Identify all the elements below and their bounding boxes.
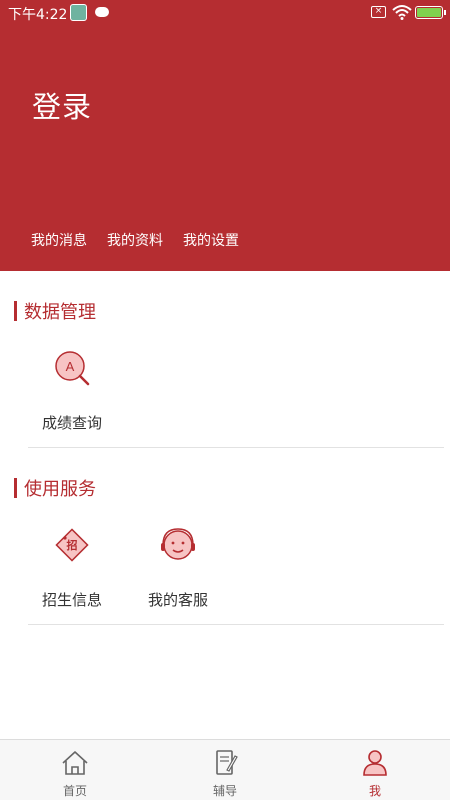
tab-home[interactable]: 首页 [0, 740, 150, 800]
user-icon [363, 750, 387, 776]
grade-query-tile[interactable]: A 成绩查询 [27, 348, 117, 433]
search-grade-icon: A [55, 351, 90, 386]
section-divider [28, 624, 444, 625]
tab-tutoring[interactable]: 辅导 [150, 740, 300, 800]
section-title: 使用服务 [24, 479, 96, 500]
customer-service-tile[interactable]: 我的客服 [133, 525, 223, 610]
bottom-tab-bar: 首页 辅导 我 [0, 739, 450, 800]
grade-query-label: 成绩查询 [41, 414, 102, 432]
no-sim-icon: × [371, 6, 386, 18]
svg-text:招: 招 [67, 538, 78, 552]
status-time: 下午4:22 [8, 7, 68, 23]
tab-label: 首页 [62, 784, 87, 798]
wifi-icon [392, 5, 412, 20]
status-bar: 下午4:22 × [0, 0, 450, 26]
profile-header: 下午4:22 × 登录 我的消息 我的资料 我的设置 [0, 0, 450, 271]
section-title: 数据管理 [24, 302, 96, 323]
tab-label: 我 [368, 784, 381, 798]
svg-text:A: A [66, 359, 75, 374]
section-services: 使用服务 [14, 477, 96, 500]
my-profile-link[interactable]: 我的资料 [107, 230, 163, 250]
app-notification-icon [70, 4, 87, 21]
enrollment-info-label: 招生信息 [41, 591, 102, 609]
book-pencil-icon [216, 750, 238, 775]
section-accent-bar [14, 478, 17, 498]
section-data-management: 数据管理 [14, 300, 96, 323]
login-title[interactable]: 登录 [32, 84, 92, 126]
tab-me[interactable]: 我 [300, 740, 450, 800]
enrollment-tag-icon: 招 [55, 528, 89, 562]
my-messages-link[interactable]: 我的消息 [31, 230, 87, 250]
section-accent-bar [14, 301, 17, 321]
cloud-notification-icon [95, 7, 109, 17]
battery-charging-icon [415, 6, 446, 19]
my-settings-link[interactable]: 我的设置 [183, 230, 239, 250]
enrollment-info-tile[interactable]: 招 招生信息 [27, 525, 117, 610]
profile-links: 我的消息 我的资料 我的设置 [31, 230, 259, 250]
customer-service-label: 我的客服 [147, 591, 208, 609]
section-divider [28, 447, 444, 448]
customer-service-icon [161, 528, 195, 560]
tab-label: 辅导 [212, 784, 237, 798]
home-icon [62, 751, 88, 775]
